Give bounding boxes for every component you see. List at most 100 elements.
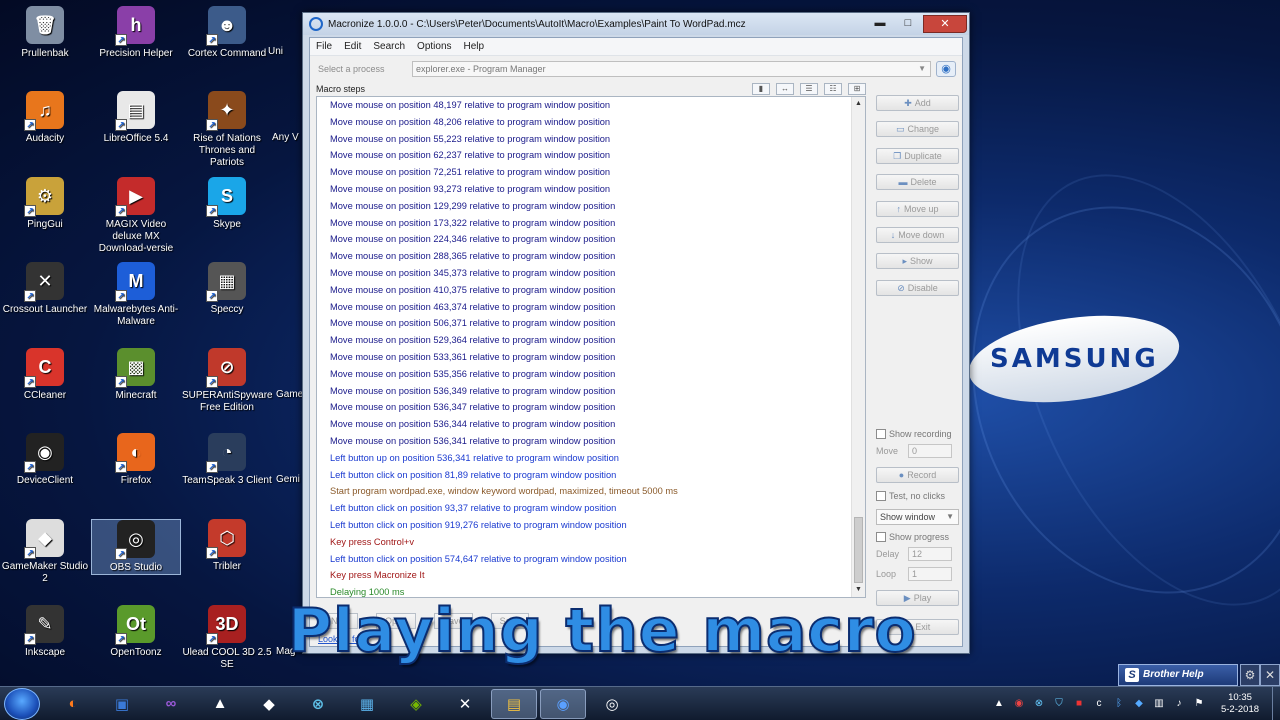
desktop-icon[interactable]: Ot ↗ OpenToonz: [91, 605, 181, 661]
macro-step-row[interactable]: Move mouse on position 536,349 relative …: [317, 383, 851, 400]
macro-step-row[interactable]: Move mouse on position 463,374 relative …: [317, 299, 851, 316]
move-down-button[interactable]: ↓ Move down: [876, 226, 959, 243]
macro-step-row[interactable]: Move mouse on position 62,237 relative t…: [317, 147, 851, 164]
macro-step-row[interactable]: Key press Macronize It: [317, 567, 851, 584]
macro-step-row[interactable]: Move mouse on position 536,344 relative …: [317, 416, 851, 433]
close-icon[interactable]: ✕: [1260, 664, 1280, 686]
tray-app-icon[interactable]: ◉: [1012, 697, 1026, 711]
show-desktop-button[interactable]: [1272, 687, 1280, 720]
scroll-thumb[interactable]: [854, 517, 863, 583]
checkbox-box[interactable]: [876, 491, 886, 502]
delete-button[interactable]: ▬ Delete: [876, 174, 959, 191]
move-input[interactable]: 0: [908, 444, 952, 459]
disable-button[interactable]: ⊘ Disable: [876, 279, 959, 296]
desktop-icon[interactable]: S ↗ Skype: [182, 177, 272, 233]
desktop-icon[interactable]: ✕ ↗ Crossout Launcher: [0, 262, 90, 318]
network-icon[interactable]: ▥: [1152, 697, 1166, 711]
scroll-down-icon[interactable]: ▼: [852, 583, 865, 597]
show-recording-checkbox[interactable]: Show recording: [876, 427, 960, 441]
crossout-taskbar-icon[interactable]: ✕: [442, 689, 488, 719]
macro-step-row[interactable]: Left button click on position 919,276 re…: [317, 517, 851, 534]
macro-step-row[interactable]: Left button click on position 81,89 rela…: [317, 467, 851, 484]
dropbox-icon[interactable]: ◆: [1132, 697, 1146, 711]
macro-step-row[interactable]: Move mouse on position 535,356 relative …: [317, 366, 851, 383]
tray-red-icon[interactable]: ■: [1072, 697, 1086, 711]
macro-step-row[interactable]: Move mouse on position 410,375 relative …: [317, 282, 851, 299]
desktop-icon[interactable]: h ↗ Precision Helper: [91, 6, 181, 62]
tray-shield-icon[interactable]: ⛉: [1052, 697, 1066, 711]
start-button[interactable]: [4, 687, 40, 720]
teamspeak-taskbar-icon[interactable]: ⊗: [295, 689, 341, 719]
macro-step-row[interactable]: Move mouse on position 224,346 relative …: [317, 231, 851, 248]
desktop-icon[interactable]: ✎ ↗ Inkscape: [0, 605, 90, 661]
loop-input[interactable]: 1: [908, 567, 952, 582]
brother-help-bar[interactable]: S Brother Help: [1118, 664, 1238, 686]
view-icon-2[interactable]: ↔: [776, 83, 794, 95]
explorer-taskbar-icon[interactable]: ▤: [491, 688, 537, 719]
visual-studio-taskbar-icon[interactable]: ∞: [148, 689, 194, 719]
process-select[interactable]: explorer.exe - Program Manager ▼: [412, 61, 931, 77]
minimize-button[interactable]: ▬: [867, 15, 893, 33]
add-button[interactable]: ✚ Add: [876, 95, 959, 111]
desktop-icon[interactable]: ♫ ↗ Audacity: [0, 91, 90, 147]
test-no-clicks-checkbox[interactable]: Test, no clicks: [876, 489, 960, 503]
desktop-icon[interactable]: M ↗ Malwarebytes Anti-Malware: [91, 262, 181, 327]
duplicate-button[interactable]: ❐ Duplicate: [876, 147, 959, 164]
macro-step-row[interactable]: Move mouse on position 173,322 relative …: [317, 215, 851, 232]
desktop-icon[interactable]: ◉ ↗ DeviceClient: [0, 433, 90, 489]
gear-icon[interactable]: ⚙: [1240, 664, 1260, 686]
menu-help[interactable]: Help: [458, 41, 491, 52]
obs-taskbar-icon[interactable]: ◎: [589, 689, 635, 719]
desktop-icon[interactable]: 3D ↗ Ulead COOL 3D 2.5 SE: [182, 605, 272, 670]
gamemaker-taskbar-icon[interactable]: ◆: [246, 689, 292, 719]
close-button[interactable]: ✕: [923, 15, 967, 33]
menu-file[interactable]: File: [310, 41, 338, 52]
inkscape-taskbar-icon[interactable]: ▲: [197, 689, 243, 719]
tray-expand-icon[interactable]: ▲: [992, 697, 1006, 711]
scroll-up-icon[interactable]: ▲: [852, 97, 865, 111]
tray-c-icon[interactable]: c: [1092, 697, 1106, 711]
tray-teamspeak-icon[interactable]: ⊗: [1032, 697, 1046, 711]
show-window-select[interactable]: Show window ▼: [876, 509, 959, 526]
device-taskbar-icon[interactable]: ▦: [344, 689, 390, 719]
bluetooth-icon[interactable]: ᛒ: [1112, 697, 1126, 711]
eye-icon[interactable]: ◉: [936, 61, 956, 77]
macro-step-row[interactable]: Start program wordpad.exe, window keywor…: [317, 483, 851, 500]
desktop-icon[interactable]: ◔ ↗ TeamSpeak 3 Client: [182, 433, 272, 489]
menu-edit[interactable]: Edit: [338, 41, 367, 52]
macro-step-row[interactable]: Move mouse on position 506,371 relative …: [317, 315, 851, 332]
macro-step-row[interactable]: Move mouse on position 533,361 relative …: [317, 349, 851, 366]
macro-step-row[interactable]: Move mouse on position 55,223 relative t…: [317, 131, 851, 148]
desktop-icon[interactable]: ✦ ↗ Rise of Nations Thrones and Patriots: [182, 91, 272, 168]
desktop-icon[interactable]: ⊘ ↗ SUPERAntiSpyware Free Edition: [182, 348, 273, 413]
save-taskbar-icon[interactable]: ▣: [99, 689, 145, 719]
checkbox-box[interactable]: [876, 429, 886, 440]
macro-step-row[interactable]: Move mouse on position 529,364 relative …: [317, 332, 851, 349]
macro-step-row[interactable]: Move mouse on position 536,347 relative …: [317, 399, 851, 416]
view-icon-5[interactable]: ⊞: [848, 83, 866, 95]
menu-options[interactable]: Options: [411, 41, 457, 52]
clock[interactable]: 10:35 5-2-2018: [1212, 692, 1268, 716]
menu-search[interactable]: Search: [367, 41, 411, 52]
desktop-icon[interactable]: ◐ ↗ Firefox: [91, 433, 181, 489]
macro-step-row[interactable]: Key press Control+v: [317, 534, 851, 551]
move-up-button[interactable]: ↑ Move up: [876, 200, 959, 217]
nvidia-taskbar-icon[interactable]: ◈: [393, 689, 439, 719]
macro-step-row[interactable]: Move mouse on position 48,197 relative t…: [317, 97, 851, 114]
desktop-icon[interactable]: 🗑 Prullenbak: [0, 6, 90, 62]
delay-input[interactable]: 12: [908, 547, 952, 562]
desktop-icon[interactable]: ◎ ↗ OBS Studio: [91, 519, 181, 575]
desktop-icon[interactable]: ▦ ↗ Speccy: [182, 262, 272, 318]
macro-step-row[interactable]: Move mouse on position 288,365 relative …: [317, 248, 851, 265]
maximize-button[interactable]: □: [895, 15, 921, 33]
checkbox-box[interactable]: [876, 532, 886, 543]
macro-steps-list[interactable]: Move mouse on position 48,197 relative t…: [316, 96, 866, 598]
desktop-icon[interactable]: ▤ ↗ LibreOffice 5.4: [91, 91, 181, 147]
desktop-icon[interactable]: ☻ ↗ Cortex Command: [182, 6, 272, 62]
vertical-scrollbar[interactable]: ▲ ▼: [851, 97, 865, 597]
desktop-icon[interactable]: ▩ ↗ Minecraft: [91, 348, 181, 404]
change-button[interactable]: ▭ Change: [876, 121, 959, 138]
macro-step-row[interactable]: Move mouse on position 93,273 relative t…: [317, 181, 851, 198]
show-progress-checkbox[interactable]: Show progress: [876, 530, 960, 544]
macro-step-row[interactable]: Move mouse on position 72,251 relative t…: [317, 164, 851, 181]
